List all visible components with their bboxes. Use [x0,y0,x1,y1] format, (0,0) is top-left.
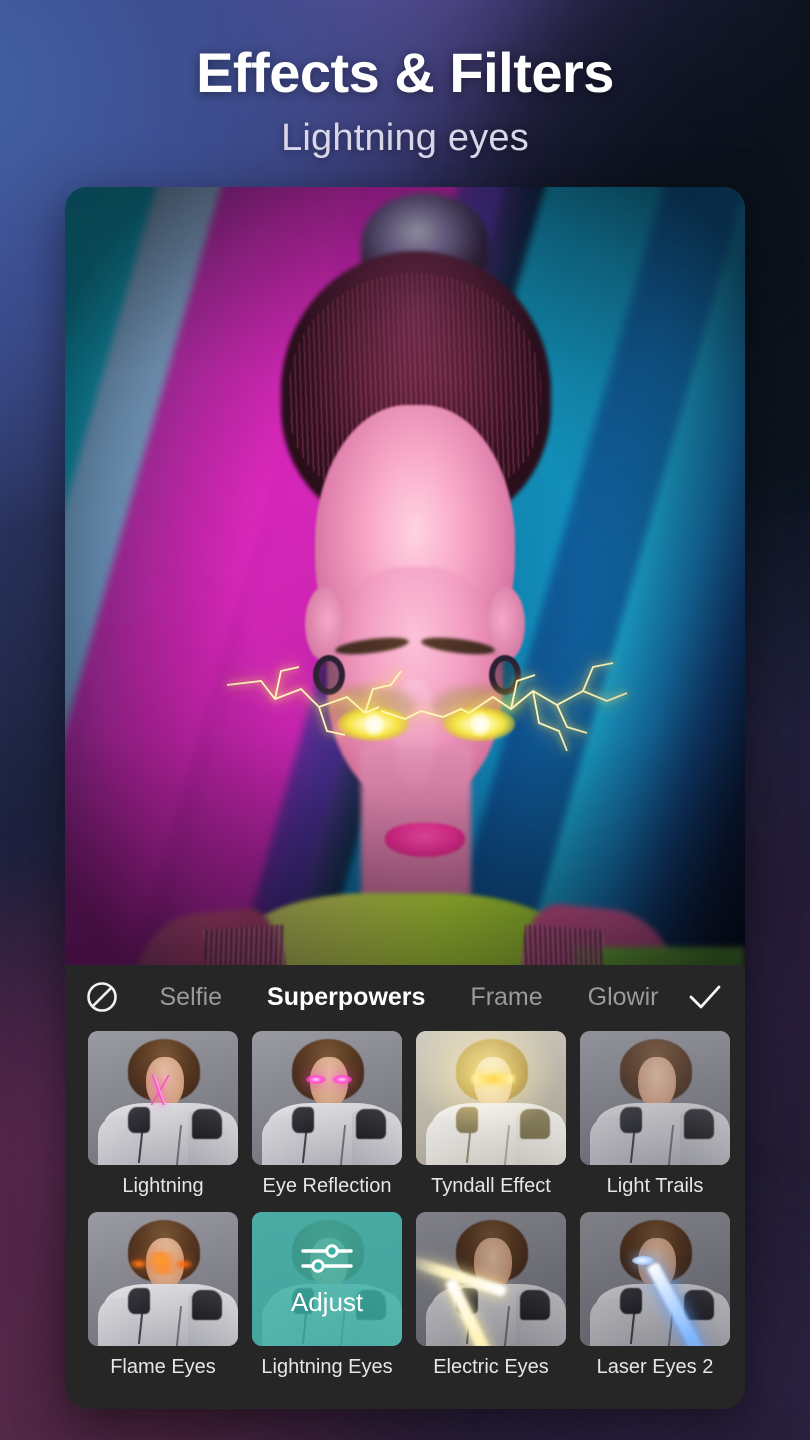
photo-canvas[interactable] [65,187,745,965]
pink-eye-glow-right [332,1075,352,1084]
effect-label: Laser Eyes 2 [596,1356,714,1378]
effect-item-lightning-eyes[interactable]: Adjust Lightning Eyes [252,1212,402,1379]
effect-item-laser-eyes-2[interactable]: Laser Eyes 2 [580,1212,730,1379]
photo-vignette [65,187,745,965]
pink-lightning-overlay [138,1075,182,1105]
effect-label: Lightning [122,1175,204,1197]
effect-thumbnail[interactable] [88,1212,238,1346]
effect-label: Flame Eyes [110,1356,216,1378]
check-icon[interactable] [687,982,723,1012]
effect-thumbnail[interactable] [252,1031,402,1165]
tab-glowing[interactable]: Glowir [588,983,659,1012]
effects-grid: Lightning Eye Reflection Tyndall Effect … [65,1029,745,1379]
tab-superpowers[interactable]: Superpowers [267,983,425,1012]
effect-label: Eye Reflection [262,1175,392,1197]
effect-label: Light Trails [606,1175,704,1197]
effect-item-flame-eyes[interactable]: Flame Eyes [88,1212,238,1379]
ban-icon[interactable] [85,980,119,1014]
effect-thumbnail[interactable] [416,1212,566,1346]
effect-label: Electric Eyes [433,1356,549,1378]
page-subtitle: Lightning eyes [281,117,529,159]
effect-item-lightning[interactable]: Lightning [88,1031,238,1198]
effect-thumbnail[interactable] [580,1212,730,1346]
laser-eye-glow [632,1256,654,1265]
effect-label: Tyndall Effect [431,1175,551,1197]
effects-toolbar: Selfie Superpowers Frame Glowir [65,965,745,1029]
page-title: Effects & Filters [196,41,614,104]
tab-selfie[interactable]: Selfie [160,983,223,1012]
golden-eye-glow [472,1075,514,1083]
effect-label: Lightning Eyes [261,1356,393,1378]
category-tabs: Selfie Superpowers Frame Glowir [119,983,687,1012]
golden-glow-overlay [416,1031,566,1165]
tab-frame[interactable]: Frame [470,983,542,1012]
header: Effects & Filters Lightning eyes [0,0,810,160]
adjust-label: Adjust [290,1286,364,1317]
effect-item-eye-reflection[interactable]: Eye Reflection [252,1031,402,1198]
app-preview-card: Selfie Superpowers Frame Glowir Lightnin… [65,187,745,1409]
pink-eye-glow-left [306,1075,326,1084]
effect-thumbnail-selected[interactable]: Adjust [252,1212,402,1346]
sliders-icon [299,1241,355,1275]
effect-thumbnail[interactable] [88,1031,238,1165]
effect-thumbnail[interactable] [416,1031,566,1165]
light-trails-overlay [580,1031,730,1165]
flame-overlay [128,1252,196,1274]
effect-item-electric-eyes[interactable]: Electric Eyes [416,1212,566,1379]
effect-item-light-trails[interactable]: Light Trails [580,1031,730,1198]
effect-thumbnail[interactable] [580,1031,730,1165]
effects-panel: Selfie Superpowers Frame Glowir Lightnin… [65,965,745,1409]
effect-item-tyndall-effect[interactable]: Tyndall Effect [416,1031,566,1198]
adjust-overlay[interactable]: Adjust [252,1212,402,1346]
